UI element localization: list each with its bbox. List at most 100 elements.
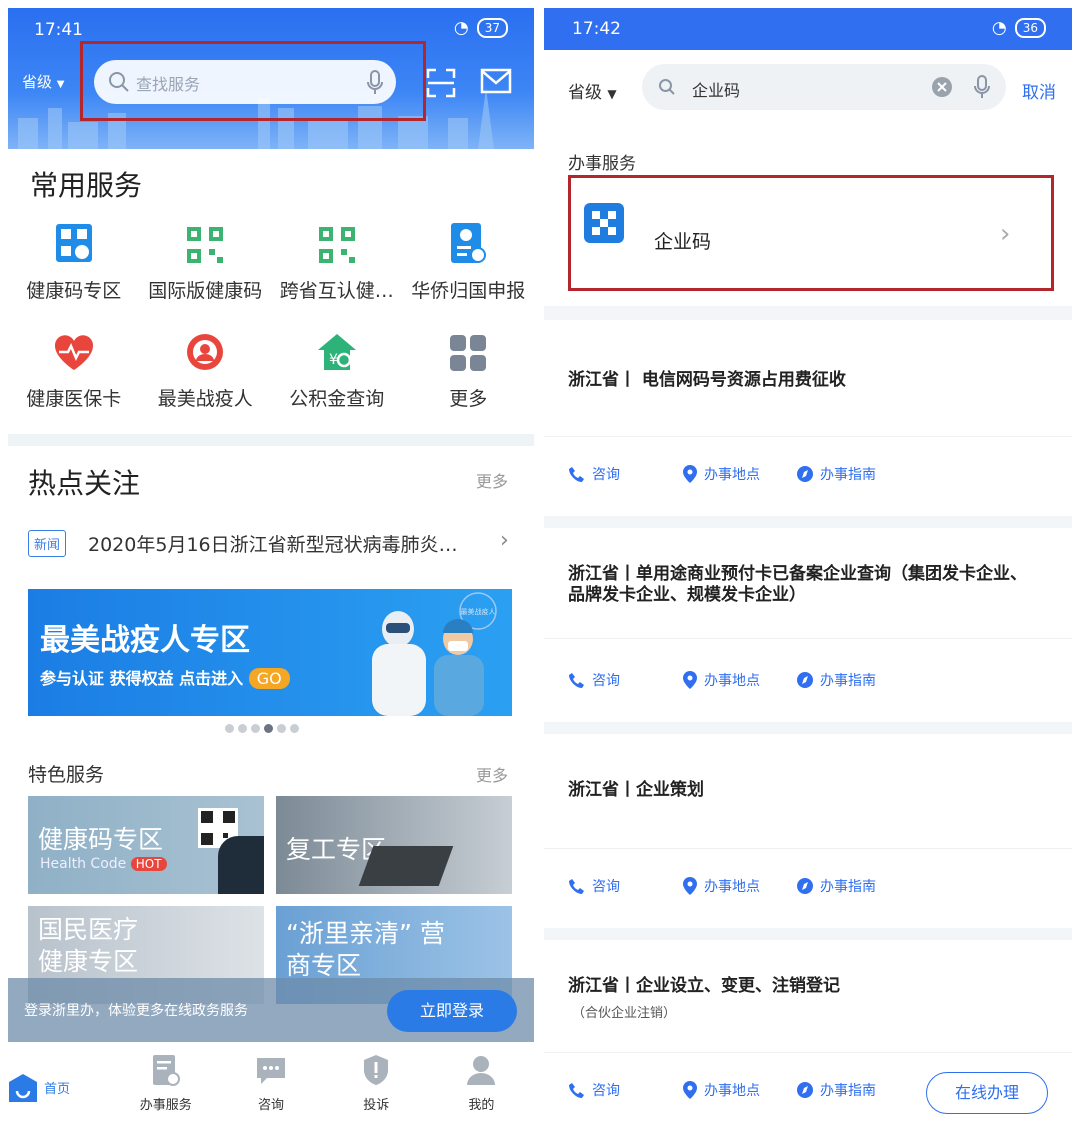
home-icon [9, 1074, 37, 1102]
compass-icon [797, 672, 813, 688]
tab-services[interactable]: 办事服务 [113, 1042, 218, 1124]
action-label: 办事指南 [820, 1083, 876, 1099]
action-label: 咨询 [592, 1083, 620, 1099]
section-title: 特色服务 [28, 764, 105, 786]
consult-action[interactable]: 咨询 [568, 876, 682, 896]
status-time: 17:41 [34, 20, 83, 40]
tab-label: 我的 [468, 1098, 495, 1113]
highlight-box [80, 41, 426, 121]
tile-title: 国民医疗 健康专区 [38, 915, 139, 976]
action-label: 办事地点 [704, 879, 760, 895]
service-intl-health-code[interactable]: 国际版健康码 [140, 216, 272, 303]
more-link[interactable]: 更多 [476, 762, 508, 786]
action-label: 办事地点 [704, 1083, 760, 1099]
consult-action[interactable]: 咨询 [568, 464, 682, 484]
location-pin-icon [683, 465, 697, 483]
news-item[interactable]: 新闻 2020年5月16日浙江省新型冠状病毒肺炎… › [28, 528, 518, 560]
service-medical-card[interactable]: 健康医保卡 [8, 324, 140, 411]
heart-pulse-icon [54, 335, 93, 370]
tab-label: 办事服务 [139, 1098, 192, 1113]
compass-icon [797, 466, 813, 482]
service-health-code[interactable]: 健康码专区 [8, 216, 140, 303]
guide-action[interactable]: 办事指南 [796, 876, 910, 896]
section-title: 常用服务 [30, 169, 143, 202]
service-grid-row-1: 健康码专区 国际版健康码 跨省互认健… 华侨归国申报 [8, 216, 534, 303]
service-housing-fund[interactable]: ¥ 公积金查询 [271, 324, 403, 411]
cancel-button[interactable]: 取消 [1022, 78, 1056, 103]
seal-text: 最美战疫人 [461, 607, 496, 616]
action-label: 办事地点 [704, 467, 760, 483]
location-action[interactable]: 办事地点 [682, 876, 796, 896]
guide-action[interactable]: 办事指南 [796, 1080, 910, 1100]
battery-indicator: 37 [476, 18, 508, 38]
user-icon [467, 1056, 496, 1085]
medical-workers-illustration: 最美战疫人 [372, 592, 497, 716]
guide-action[interactable]: 办事指南 [796, 670, 910, 690]
tile-subtitle: Health Code HOT [40, 856, 167, 872]
result-card[interactable]: 浙江省丨 电信网码号资源占用费征收 咨询 办事地点 办事指南 [544, 320, 1072, 516]
tab-home[interactable]: 首页 [8, 1042, 113, 1124]
service-more[interactable]: 更多 [403, 324, 535, 411]
promo-banner[interactable]: 最美战疫人专区 参与认证 获得权益 点击进入 GO 最美战疫人 [28, 589, 512, 716]
tile-title: 健康码专区 [38, 825, 164, 854]
phone-icon [569, 879, 584, 894]
services-section: 办事服务 企业码 › [544, 125, 1072, 306]
hot-badge: HOT [130, 857, 167, 871]
location-action[interactable]: 办事地点 [682, 464, 796, 484]
service-label: 健康码专区 [26, 280, 122, 302]
login-button[interactable]: 立即登录 [387, 990, 517, 1032]
compass-icon [797, 1082, 813, 1098]
laptop-photo [358, 846, 454, 886]
banner-title: 最美战疫人专区 [40, 623, 250, 658]
service-label: 跨省互认健… [279, 280, 394, 302]
wifi-icon: ◔ [991, 18, 1007, 38]
divider [544, 638, 1072, 639]
qr-code-icon [187, 227, 224, 263]
service-cross-province[interactable]: 跨省互认健… [271, 216, 403, 303]
message-icon[interactable] [480, 68, 512, 94]
region-selector[interactable]: 省级 ▼ [22, 71, 65, 92]
divider [8, 434, 534, 446]
card-subtitle: （合伙企业注销） [572, 1006, 677, 1021]
card-title: 浙江省丨企业设立、变更、注销登记 [568, 976, 840, 996]
location-pin-icon [683, 671, 697, 689]
person-form-icon [451, 223, 487, 263]
tab-complaint[interactable]: 投诉 [324, 1042, 429, 1124]
microphone-icon[interactable] [974, 75, 990, 99]
location-action[interactable]: 办事地点 [682, 1080, 796, 1100]
clear-icon[interactable] [932, 77, 952, 97]
tile-resume-work[interactable]: 复工专区 [276, 796, 512, 894]
tile-health-code[interactable]: 健康码专区 Health Code HOT [28, 796, 264, 894]
location-action[interactable]: 办事地点 [682, 670, 796, 690]
service-heroes[interactable]: 最美战疫人 [140, 324, 272, 411]
section-title: 热点关注 [28, 467, 141, 500]
guide-action[interactable]: 办事指南 [796, 464, 910, 484]
scan-icon[interactable] [426, 68, 456, 98]
region-selector[interactable]: 省级 ▼ [568, 78, 617, 103]
service-overseas-report[interactable]: 华侨归国申报 [403, 216, 535, 303]
medal-icon [187, 334, 224, 370]
go-badge: GO [248, 668, 290, 689]
consult-action[interactable]: 咨询 [568, 670, 682, 690]
location-pin-icon [683, 1081, 697, 1099]
result-card[interactable]: 浙江省丨企业设立、变更、注销登记 （合伙企业注销） 咨询 办事地点 办事指南 在… [544, 940, 1072, 1124]
tab-mine[interactable]: 我的 [429, 1042, 534, 1124]
action-label: 办事指南 [820, 879, 876, 895]
shield-icon [364, 1055, 389, 1085]
service-label: 国际版健康码 [148, 280, 263, 302]
online-apply-button[interactable]: 在线办理 [926, 1072, 1048, 1114]
news-tag: 新闻 [28, 530, 67, 557]
search-input[interactable]: 企业码 [642, 64, 1006, 110]
status-bar: 17:42 ◔ 36 [544, 8, 1072, 50]
service-label: 华侨归国申报 [411, 280, 526, 302]
more-link[interactable]: 更多 [476, 468, 508, 492]
document-icon [152, 1055, 180, 1086]
consult-action[interactable]: 咨询 [568, 1080, 682, 1100]
result-card[interactable]: 浙江省丨单用途商业预付卡已备案企业查询（集团发卡企业、品牌发卡企业、规模发卡企业… [544, 528, 1072, 722]
service-label: 健康医保卡 [26, 388, 122, 410]
tab-consult[interactable]: 咨询 [218, 1042, 323, 1124]
result-card[interactable]: 浙江省丨企业策划 咨询 办事地点 办事指南 [544, 734, 1072, 928]
card-actions: 咨询 办事地点 办事指南 [568, 464, 910, 484]
search-icon [659, 79, 675, 95]
caret-down-icon: ▼ [607, 87, 617, 101]
